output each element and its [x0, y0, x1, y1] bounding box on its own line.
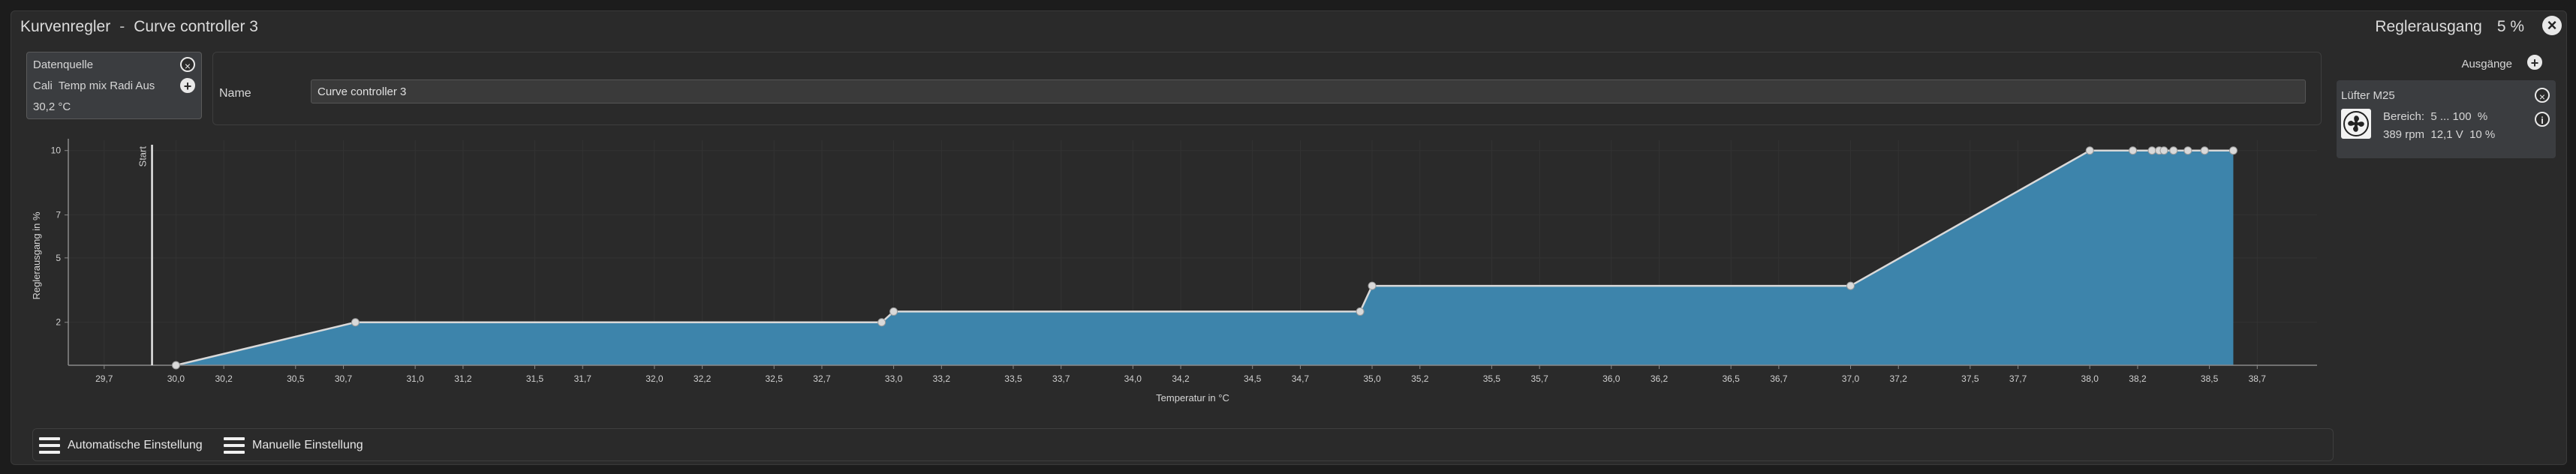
- x-tick-label: 31,0: [406, 374, 424, 384]
- curve-controller-window: Kurvenregler - Curve controller 3 Reglerau…: [11, 10, 2567, 465]
- x-tick-label: 35,5: [1483, 374, 1501, 384]
- x-tick-label: 30,7: [335, 374, 353, 384]
- x-tick-label: 29,7: [95, 374, 113, 384]
- y-tick-label: 7: [56, 210, 61, 220]
- x-tick-label: 36,5: [1722, 374, 1740, 384]
- x-tick-label: 31,5: [526, 374, 544, 384]
- x-tick-label: 34,7: [1292, 374, 1310, 384]
- automatic-settings-button[interactable]: Automatische Einstellung: [39, 436, 203, 454]
- x-tick-label: 38,7: [2249, 374, 2267, 384]
- x-tick-label: 34,5: [1244, 374, 1262, 384]
- x-tick-label: 30,2: [215, 374, 233, 384]
- x-tick-label: 31,7: [574, 374, 592, 384]
- x-tick-label: 36,0: [1602, 374, 1621, 384]
- x-tick-label: 32,7: [813, 374, 831, 384]
- x-tick-label: 36,2: [1651, 374, 1669, 384]
- x-axis-title: Temperatur in °C: [1156, 392, 1229, 404]
- x-tick-label: 38,2: [2129, 374, 2147, 384]
- curve-point[interactable]: [2200, 146, 2209, 155]
- x-tick-label: 30,5: [287, 374, 305, 384]
- y-tick-label: 2: [56, 317, 61, 328]
- start-label: Start: [137, 146, 149, 167]
- curve-point[interactable]: [1368, 281, 1377, 290]
- curve-point[interactable]: [1356, 307, 1365, 316]
- curve-point[interactable]: [1846, 281, 1855, 290]
- curve-point[interactable]: [877, 318, 886, 327]
- menu-icon: [224, 437, 245, 454]
- x-tick-label: 37,5: [1961, 374, 1979, 384]
- curve-point[interactable]: [171, 361, 180, 370]
- curve-point[interactable]: [2129, 146, 2138, 155]
- curve-point[interactable]: [889, 307, 898, 316]
- x-tick-label: 30,0: [167, 374, 185, 384]
- curve-point[interactable]: [351, 318, 360, 327]
- x-tick-label: 33,2: [933, 374, 951, 384]
- x-tick-label: 33,7: [1052, 374, 1070, 384]
- x-tick-label: 35,0: [1363, 374, 1381, 384]
- manual-settings-button[interactable]: Manuelle Einstellung: [224, 436, 363, 454]
- mode-bar: Automatische Einstellung Manuelle Einste…: [32, 428, 2334, 461]
- curve-point[interactable]: [2085, 146, 2094, 155]
- curve-chart[interactable]: 29,7 30,0 30,2 30,5 30,7 31,0 31,2 31,5 31,7 32,0…: [11, 11, 2566, 464]
- x-tick-label: 33,5: [1004, 374, 1022, 384]
- menu-icon: [39, 437, 60, 454]
- x-tick-label: 38,0: [2081, 374, 2099, 384]
- curve-point[interactable]: [2147, 146, 2156, 155]
- automatic-settings-label: Automatische Einstellung: [68, 439, 203, 452]
- manual-settings-label: Manuelle Einstellung: [252, 439, 363, 452]
- x-tick-label: 34,2: [1172, 374, 1190, 384]
- x-tick-label: 32,5: [766, 374, 784, 384]
- curve-point[interactable]: [2159, 146, 2168, 155]
- x-tick-label: 31,2: [454, 374, 472, 384]
- x-tick-label: 38,5: [2201, 374, 2219, 384]
- x-tick-label: 32,2: [694, 374, 712, 384]
- x-tick-label: 37,7: [2009, 374, 2027, 384]
- x-tick-label: 37,2: [1890, 374, 1908, 384]
- x-tick-label: 34,0: [1124, 374, 1142, 384]
- x-tick-label: 36,7: [1770, 374, 1788, 384]
- x-tick-label: 35,2: [1411, 374, 1429, 384]
- curve-point[interactable]: [2228, 146, 2237, 155]
- curve-point[interactable]: [2169, 146, 2178, 155]
- y-tick-label: 5: [56, 253, 61, 263]
- x-tick-label: 37,0: [1842, 374, 1860, 384]
- x-tick-label: 32,0: [646, 374, 664, 384]
- curve-point[interactable]: [2183, 146, 2192, 155]
- x-tick-label: 33,0: [885, 374, 903, 384]
- y-axis-title: Reglerausgang in %: [31, 212, 42, 300]
- x-tick-label: 35,7: [1530, 374, 1548, 384]
- y-tick-label: 10: [51, 146, 62, 156]
